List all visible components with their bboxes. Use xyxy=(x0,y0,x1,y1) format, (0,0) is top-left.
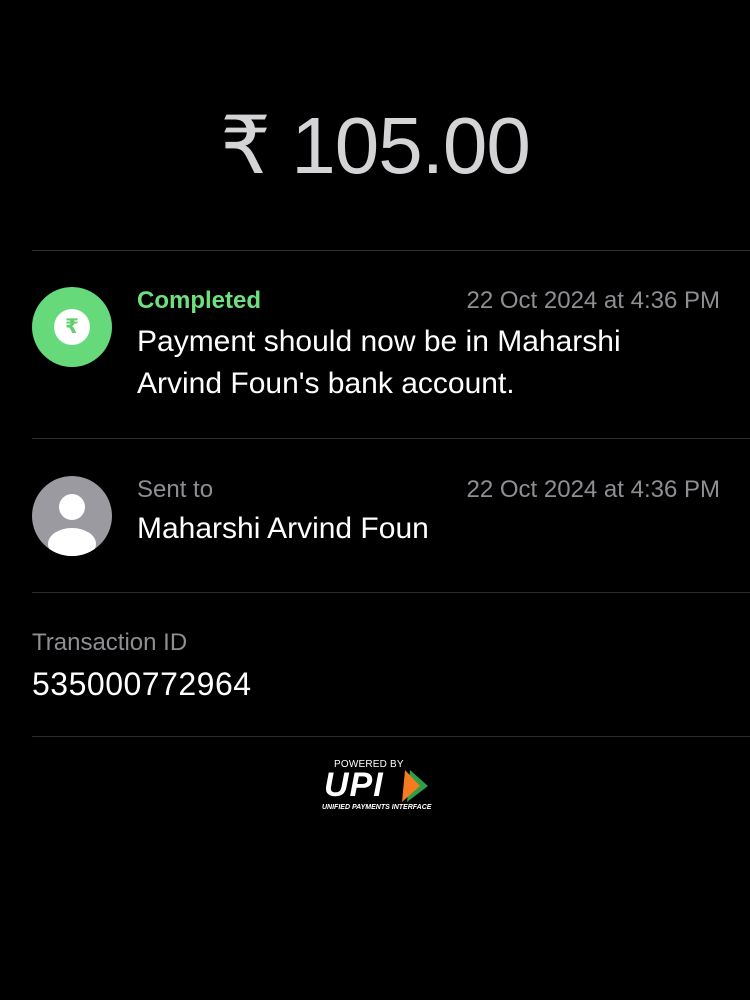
divider xyxy=(32,438,750,439)
status-completed-icon: ₹ xyxy=(32,287,112,367)
rupee-icon: ₹ xyxy=(54,309,90,345)
upi-logo: POWERED BY UPI UNIFIED PAYMENTS INTERFAC… xyxy=(316,756,436,816)
divider xyxy=(32,250,750,251)
status-message: Payment should now be in Maharshi Arvind… xyxy=(137,325,621,400)
sent-to-label: Sent to xyxy=(137,476,214,503)
status-timestamp: 22 Oct 2024 at 4:36 PM xyxy=(466,287,721,314)
sent-timestamp: 22 Oct 2024 at 4:36 PM xyxy=(466,476,721,503)
recipient-name: Maharshi Arvind Foun xyxy=(137,512,429,545)
transaction-id-value: 535000772964 xyxy=(32,666,252,702)
avatar-silhouette xyxy=(48,494,96,556)
person-avatar-icon xyxy=(32,476,112,556)
payment-amount: ₹ 105.00 xyxy=(220,101,531,190)
divider xyxy=(32,592,750,593)
divider xyxy=(32,736,750,737)
upi-subtitle: UNIFIED PAYMENTS INTERFACE xyxy=(322,804,432,811)
status-label: Completed xyxy=(137,287,262,314)
transaction-id-label: Transaction ID xyxy=(32,629,188,656)
